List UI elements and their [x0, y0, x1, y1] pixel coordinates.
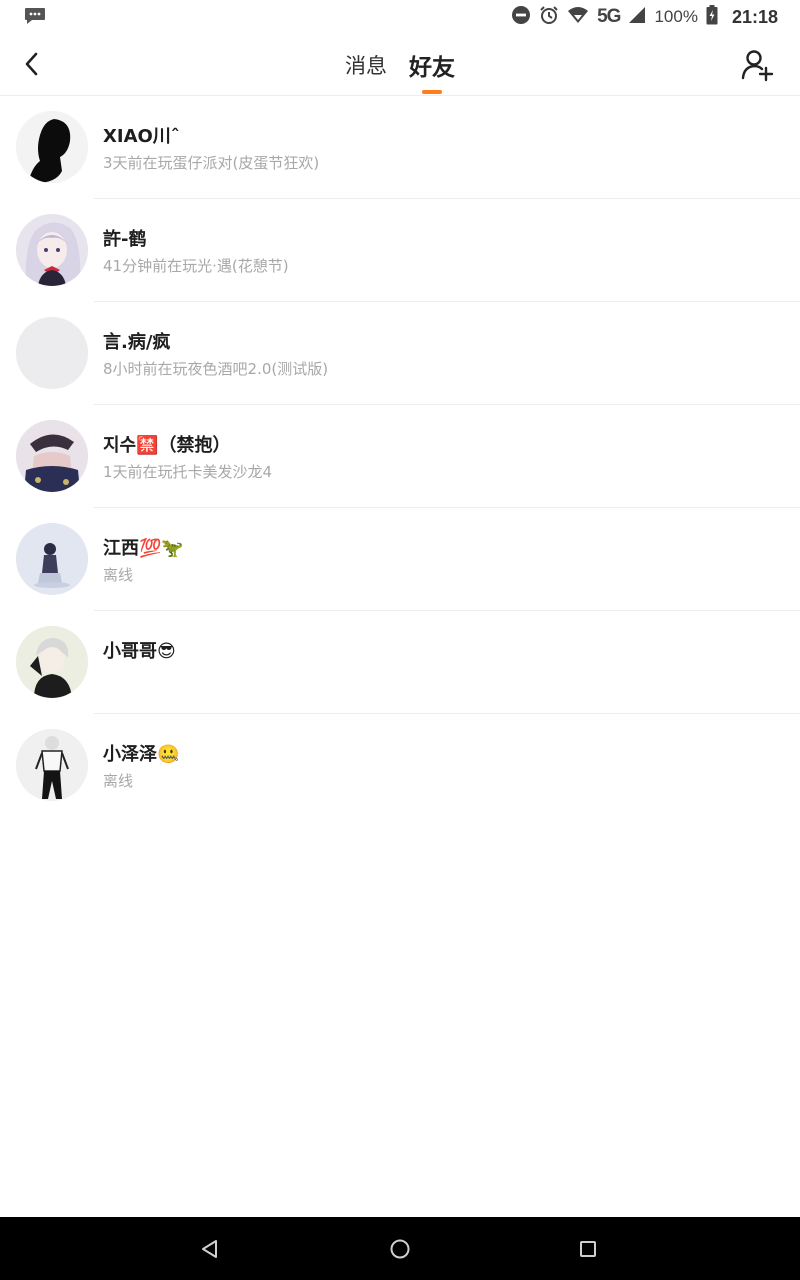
avatar — [16, 420, 88, 492]
nav-home-button[interactable] — [384, 1233, 416, 1265]
friend-status: 41分钟前在玩光·遇(花憩节) — [103, 257, 289, 275]
avatar — [16, 111, 88, 183]
circle-home-icon — [390, 1239, 410, 1259]
friend-name: 지수🈲（禁抱） — [103, 435, 231, 456]
avatar — [16, 626, 88, 698]
tab-friends[interactable]: 好友 — [409, 34, 455, 96]
friend-row[interactable]: XIAO川ˆ 3天前在玩蛋仔派对(皮蛋节狂欢) — [0, 96, 800, 199]
nav-back-button[interactable] — [194, 1233, 226, 1265]
message-notification-icon — [24, 7, 46, 25]
tab-bar: 消息 好友 — [0, 34, 800, 96]
friend-name: 小泽泽🤐 — [103, 744, 180, 765]
clock: 21:18 — [731, 6, 778, 27]
square-recents-icon — [580, 1241, 596, 1257]
header: 消息 好友 — [0, 34, 800, 96]
status-bar: 5G 100% 21:18 — [0, 0, 800, 34]
avatar — [16, 523, 88, 595]
system-nav-bar — [0, 1217, 800, 1280]
friend-row[interactable]: 言.病/疯 8小时前在玩夜色酒吧2.0(测试版) — [0, 302, 800, 405]
nav-recents-button[interactable] — [572, 1233, 604, 1265]
friend-row[interactable]: 小泽泽🤐 离线 — [0, 714, 800, 817]
avatar — [16, 214, 88, 286]
friend-status: 离线 — [103, 772, 134, 790]
status-indicators: 5G 100% 21:18 — [511, 5, 778, 29]
friend-name: 小哥哥😎 — [103, 641, 176, 662]
wifi-icon — [567, 6, 589, 28]
triangle-back-icon — [202, 1240, 217, 1258]
tab-friends-label: 好友 — [409, 55, 455, 81]
friend-row[interactable]: 許-鹤 41分钟前在玩光·遇(花憩节) — [0, 199, 800, 302]
add-friend-button[interactable] — [740, 47, 776, 83]
tab-messages-label: 消息 — [345, 54, 387, 78]
friend-row[interactable]: 小哥哥😎 — [0, 611, 800, 714]
friend-name: 言.病/疯 — [103, 332, 171, 353]
network-type: 5G — [597, 6, 621, 27]
friend-row[interactable]: 江西💯🦖 离线 — [0, 508, 800, 611]
friend-status: 3天前在玩蛋仔派对(皮蛋节狂欢) — [103, 154, 320, 172]
friend-name: XIAO川ˆ — [103, 126, 180, 147]
friend-name: 許-鹤 — [103, 229, 147, 250]
friend-name: 江西💯🦖 — [103, 538, 184, 559]
friend-list: XIAO川ˆ 3天前在玩蛋仔派对(皮蛋节狂欢) 許-鹤 41分钟前在玩光·遇(花… — [0, 96, 800, 817]
friend-status: 8小时前在玩夜色酒吧2.0(测试版) — [103, 360, 329, 378]
avatar-placeholder — [16, 317, 88, 389]
do-not-disturb-icon — [511, 5, 531, 29]
tab-messages[interactable]: 消息 — [345, 34, 387, 96]
friend-row[interactable]: 지수🈲（禁抱） 1天前在玩托卡美发沙龙4 — [0, 405, 800, 508]
signal-icon — [628, 6, 646, 28]
friend-status: 离线 — [103, 566, 134, 584]
battery-charging-icon — [706, 5, 718, 29]
battery-percent: 100% — [654, 7, 698, 26]
alarm-icon — [539, 5, 559, 29]
add-friend-icon — [741, 50, 774, 82]
active-tab-indicator — [422, 90, 442, 94]
friend-status: 1天前在玩托卡美发沙龙4 — [103, 463, 273, 481]
avatar — [16, 729, 88, 801]
